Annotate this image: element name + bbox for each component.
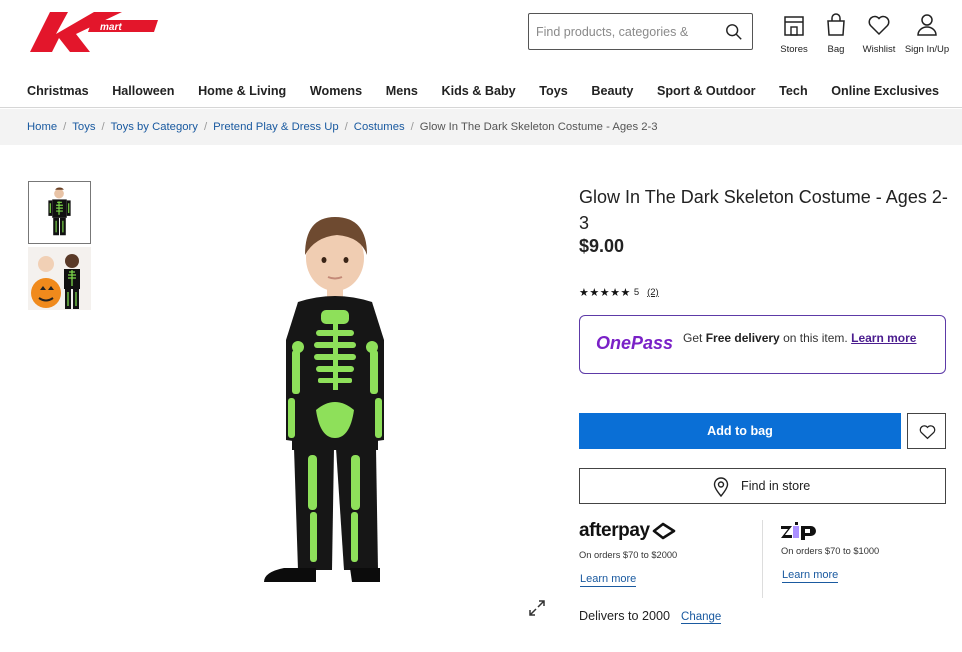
bag-icon bbox=[827, 13, 845, 36]
breadcrumb-bar: Home / Toys / Toys by Category / Pretend Play … bbox=[0, 109, 962, 145]
afterpay-arrows-icon bbox=[652, 522, 676, 540]
site-header: mart Stores Bag Wishlist bbox=[0, 0, 962, 108]
zip-logo bbox=[781, 522, 946, 540]
onepass-banner: OnePass Get Free delivery on this item. … bbox=[579, 315, 946, 374]
wishlist-button[interactable]: Wishlist bbox=[854, 13, 904, 55]
heart-icon bbox=[919, 425, 936, 440]
onepass-text: Get Free delivery on this item. Learn mo… bbox=[683, 331, 933, 345]
product-rating: ★★★★★ 5 (2) bbox=[579, 286, 659, 299]
thumbnail-1[interactable] bbox=[28, 181, 91, 244]
nav-tech[interactable]: Tech bbox=[779, 84, 807, 100]
star-rating-icon: ★★★★★ bbox=[579, 287, 631, 299]
find-in-store-button[interactable]: Find in store bbox=[579, 468, 946, 504]
add-to-wishlist-button[interactable] bbox=[907, 413, 946, 449]
store-icon bbox=[784, 16, 804, 36]
onepass-text-prefix: Get bbox=[683, 331, 706, 345]
breadcrumb-pretend-play[interactable]: Pretend Play & Dress Up bbox=[213, 121, 339, 133]
nav-kids-baby[interactable]: Kids & Baby bbox=[442, 84, 516, 100]
thumbnail-image bbox=[28, 247, 91, 310]
afterpay-logo-text: afterpay bbox=[579, 520, 650, 541]
afterpay-info: afterpay On orders $70 to $2000 Learn mo… bbox=[579, 520, 759, 587]
payment-divider bbox=[762, 520, 763, 598]
breadcrumb-toys[interactable]: Toys bbox=[72, 121, 95, 133]
product-price: $9.00 bbox=[579, 236, 625, 256]
nav-mens[interactable]: Mens bbox=[386, 84, 418, 100]
afterpay-learn-more-link[interactable]: Learn more bbox=[580, 573, 637, 587]
zip-learn-more-link[interactable]: Learn more bbox=[782, 569, 839, 583]
sign-in-label: Sign In/Up bbox=[904, 44, 950, 55]
kmart-logo[interactable]: mart bbox=[30, 12, 158, 52]
zip-orders-text: On orders $70 to $1000 bbox=[781, 546, 880, 556]
find-in-store-label: Find in store bbox=[741, 479, 811, 493]
nav-online-exclusives[interactable]: Online Exclusives bbox=[831, 84, 939, 100]
search-box bbox=[528, 13, 753, 50]
search-input[interactable] bbox=[529, 14, 714, 49]
breadcrumb-home[interactable]: Home bbox=[27, 121, 57, 133]
breadcrumb-separator: / bbox=[344, 121, 348, 133]
breadcrumb-separator: / bbox=[410, 121, 414, 133]
wishlist-label: Wishlist bbox=[862, 44, 896, 55]
nav-womens[interactable]: Womens bbox=[310, 84, 362, 100]
location-pin-icon bbox=[713, 477, 729, 497]
onepass-logo: OnePass bbox=[596, 333, 674, 353]
delivery-info: Delivers to 2000 Change bbox=[579, 609, 722, 624]
product-main-image[interactable] bbox=[250, 210, 420, 600]
breadcrumb-toys-by-category[interactable]: Toys by Category bbox=[111, 121, 198, 133]
nav-halloween[interactable]: Halloween bbox=[112, 84, 174, 100]
heart-icon bbox=[868, 15, 890, 36]
nav-sport-outdoor[interactable]: Sport & Outdoor bbox=[657, 84, 756, 100]
delivery-text: Delivers to 2000 bbox=[579, 609, 671, 623]
afterpay-logo: afterpay bbox=[579, 520, 759, 542]
onepass-learn-more-link[interactable]: Learn more bbox=[851, 331, 916, 345]
add-to-bag-button[interactable]: Add to bag bbox=[579, 413, 901, 449]
thumbnail-2[interactable] bbox=[28, 247, 91, 310]
sign-in-button[interactable]: Sign In/Up bbox=[902, 13, 952, 55]
nav-beauty[interactable]: Beauty bbox=[591, 84, 633, 100]
review-count-link[interactable]: (2) bbox=[647, 287, 659, 298]
thumbnail-image bbox=[29, 182, 90, 243]
breadcrumb-current: Glow In The Dark Skeleton Costume - Ages… bbox=[419, 121, 658, 133]
product-title: Glow In The Dark Skeleton Costume - Ages… bbox=[579, 187, 948, 233]
breadcrumb-separator: / bbox=[203, 121, 208, 133]
onepass-free-delivery: Free delivery bbox=[705, 331, 780, 345]
nav-toys[interactable]: Toys bbox=[539, 84, 567, 100]
nav-christmas[interactable]: Christmas bbox=[27, 84, 89, 100]
expand-image-icon[interactable] bbox=[528, 599, 546, 617]
rating-value: 5 bbox=[633, 287, 640, 298]
onepass-text-suffix: on this item. bbox=[779, 331, 852, 345]
breadcrumb-separator: / bbox=[63, 121, 67, 133]
svg-text:mart: mart bbox=[100, 22, 122, 33]
zip-info: On orders $70 to $1000 Learn more bbox=[781, 522, 946, 583]
afterpay-orders-text: On orders $70 to $2000 bbox=[579, 550, 678, 560]
main-nav: Christmas Halloween Home & Living Womens… bbox=[27, 84, 962, 100]
user-icon bbox=[917, 14, 937, 36]
delivery-change-link[interactable]: Change bbox=[681, 611, 722, 624]
search-icon[interactable] bbox=[725, 23, 743, 41]
breadcrumb-costumes[interactable]: Costumes bbox=[354, 121, 405, 133]
breadcrumb: Home / Toys / Toys by Category / Pretend Play … bbox=[27, 121, 658, 133]
nav-home-living[interactable]: Home & Living bbox=[198, 84, 286, 100]
breadcrumb-separator: / bbox=[101, 121, 105, 133]
